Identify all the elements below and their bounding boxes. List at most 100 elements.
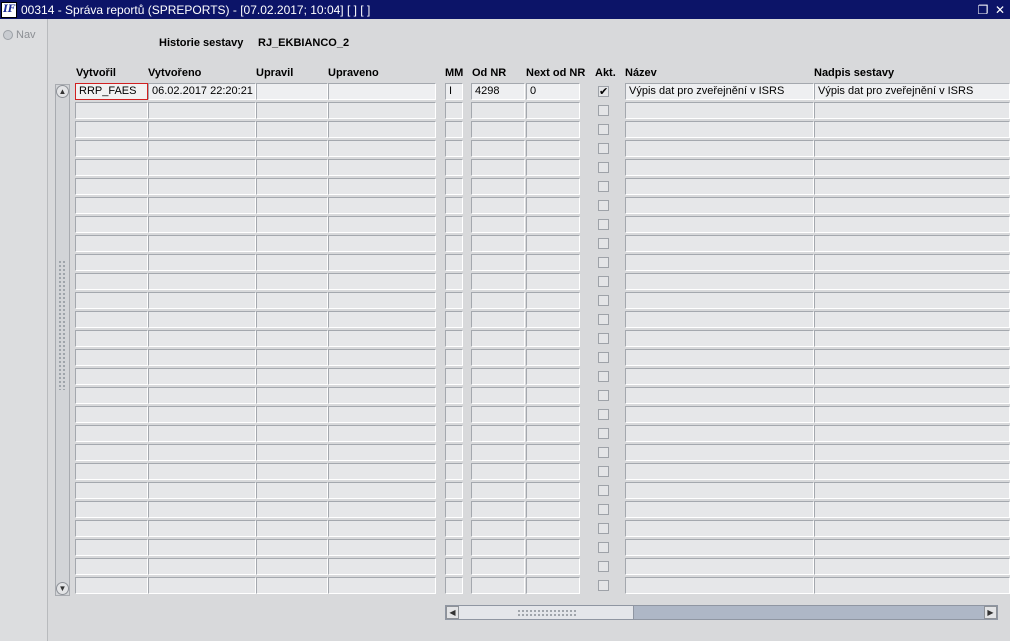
vertical-scrollbar[interactable]: ▲ ▼ (55, 84, 70, 596)
akt-checkbox[interactable] (598, 219, 609, 230)
cell-od-nr[interactable] (471, 121, 525, 138)
cell-mm[interactable] (445, 539, 463, 556)
akt-checkbox[interactable] (598, 523, 609, 534)
cell-upraveno[interactable] (328, 463, 436, 480)
cell-nazev[interactable] (625, 292, 814, 309)
arrow-down-icon[interactable]: ▼ (56, 582, 69, 595)
cell-nazev[interactable] (625, 330, 814, 347)
cell-vytvoreno[interactable] (148, 159, 256, 176)
cell-mm[interactable] (445, 387, 463, 404)
arrow-left-icon[interactable]: ◀ (446, 606, 459, 619)
cell-vytvoril[interactable] (75, 159, 148, 176)
cell-vytvoreno[interactable] (148, 368, 256, 385)
cell-od-nr[interactable] (471, 292, 525, 309)
akt-checkbox[interactable] (598, 124, 609, 135)
cell-od-nr[interactable] (471, 102, 525, 119)
cell-mm[interactable] (445, 254, 463, 271)
cell-vytvoreno[interactable] (148, 444, 256, 461)
cell-mm[interactable] (445, 197, 463, 214)
cell-od-nr[interactable] (471, 330, 525, 347)
akt-checkbox[interactable] (598, 580, 609, 591)
cell-od-nr[interactable] (471, 254, 525, 271)
cell-nazev[interactable] (625, 520, 814, 537)
cell-nazev[interactable] (625, 558, 814, 575)
cell-od-nr[interactable] (471, 425, 525, 442)
cell-next-od-nr[interactable] (526, 102, 580, 119)
cell-upraveno[interactable] (328, 83, 436, 100)
cell-upraveno[interactable] (328, 140, 436, 157)
cell-vytvoril[interactable] (75, 425, 148, 442)
cell-upraveno[interactable] (328, 406, 436, 423)
arrow-right-icon[interactable]: ▶ (984, 606, 997, 619)
cell-vytvoreno[interactable] (148, 235, 256, 252)
akt-checkbox[interactable] (598, 295, 609, 306)
cell-next-od-nr[interactable] (526, 520, 580, 537)
cell-vytvoreno[interactable] (148, 406, 256, 423)
cell-upravil[interactable] (256, 311, 328, 328)
cell-upravil[interactable] (256, 368, 328, 385)
cell-vytvoril[interactable] (75, 444, 148, 461)
cell-vytvoreno[interactable] (148, 121, 256, 138)
cell-upraveno[interactable] (328, 197, 436, 214)
cell-vytvoril[interactable] (75, 463, 148, 480)
cell-nazev[interactable] (625, 425, 814, 442)
cell-upravil[interactable] (256, 102, 328, 119)
cell-nadpis[interactable] (814, 254, 1010, 271)
cell-od-nr[interactable] (471, 140, 525, 157)
cell-nadpis[interactable] (814, 159, 1010, 176)
cell-vytvoril[interactable] (75, 292, 148, 309)
cell-next-od-nr[interactable] (526, 292, 580, 309)
cell-vytvoril[interactable] (75, 330, 148, 347)
cell-upravil[interactable] (256, 235, 328, 252)
cell-next-od-nr[interactable] (526, 273, 580, 290)
cell-upraveno[interactable] (328, 577, 436, 594)
cell-vytvoril[interactable] (75, 406, 148, 423)
cell-vytvoril[interactable] (75, 140, 148, 157)
cell-nadpis[interactable] (814, 368, 1010, 385)
cell-next-od-nr[interactable] (526, 159, 580, 176)
cell-nazev[interactable] (625, 254, 814, 271)
cell-nazev[interactable]: Výpis dat pro zveřejnění v ISRS (625, 83, 814, 100)
cell-nazev[interactable] (625, 140, 814, 157)
akt-checkbox[interactable] (598, 257, 609, 268)
cell-od-nr[interactable] (471, 501, 525, 518)
cell-nazev[interactable] (625, 102, 814, 119)
cell-od-nr[interactable] (471, 463, 525, 480)
akt-checkbox[interactable]: ✔ (598, 86, 609, 97)
cell-nazev[interactable] (625, 159, 814, 176)
cell-nazev[interactable] (625, 178, 814, 195)
cell-od-nr[interactable] (471, 539, 525, 556)
cell-next-od-nr[interactable] (526, 577, 580, 594)
cell-vytvoreno[interactable] (148, 577, 256, 594)
cell-nadpis[interactable] (814, 216, 1010, 233)
cell-vytvoreno[interactable] (148, 178, 256, 195)
cell-next-od-nr[interactable] (526, 444, 580, 461)
cell-vytvoril[interactable] (75, 539, 148, 556)
cell-vytvoril[interactable] (75, 387, 148, 404)
cell-upravil[interactable] (256, 330, 328, 347)
cell-nadpis[interactable] (814, 349, 1010, 366)
cell-nazev[interactable] (625, 463, 814, 480)
cell-nadpis[interactable] (814, 197, 1010, 214)
cell-next-od-nr[interactable] (526, 425, 580, 442)
cell-vytvoreno[interactable] (148, 197, 256, 214)
cell-nadpis[interactable] (814, 520, 1010, 537)
cell-upravil[interactable] (256, 292, 328, 309)
close-icon[interactable]: ✕ (993, 3, 1007, 17)
cell-nazev[interactable] (625, 539, 814, 556)
cell-upraveno[interactable] (328, 349, 436, 366)
cell-nazev[interactable] (625, 406, 814, 423)
cell-vytvoreno[interactable] (148, 482, 256, 499)
cell-vytvoril[interactable] (75, 368, 148, 385)
cell-od-nr[interactable] (471, 444, 525, 461)
cell-od-nr[interactable] (471, 197, 525, 214)
arrow-up-icon[interactable]: ▲ (56, 85, 69, 98)
cell-next-od-nr[interactable] (526, 558, 580, 575)
cell-vytvoreno[interactable] (148, 292, 256, 309)
cell-mm[interactable] (445, 121, 463, 138)
cell-vytvoreno[interactable] (148, 273, 256, 290)
akt-checkbox[interactable] (598, 162, 609, 173)
akt-checkbox[interactable] (598, 181, 609, 192)
cell-od-nr[interactable] (471, 577, 525, 594)
nav-radio[interactable]: Nav (3, 29, 36, 41)
